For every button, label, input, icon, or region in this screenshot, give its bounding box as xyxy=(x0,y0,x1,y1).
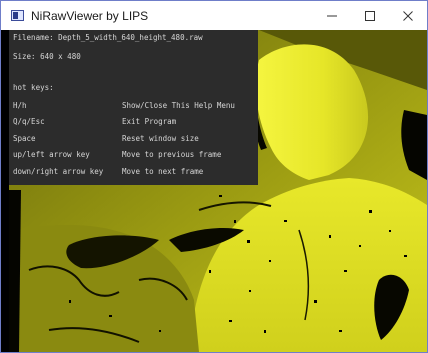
close-icon xyxy=(403,10,413,21)
left-shadow xyxy=(9,190,21,352)
hotkey-key: up/left arrow key xyxy=(13,150,90,159)
minimize-icon xyxy=(327,15,337,16)
minimize-button[interactable] xyxy=(313,1,351,30)
hotkey-key: Q/q/Esc xyxy=(13,117,45,126)
app-icon xyxy=(11,9,25,23)
help-overlay: Filename: Depth_5_width_640_height_480.r… xyxy=(9,30,258,185)
hotkey-key: Space xyxy=(13,134,36,143)
size-text: Size: 640 x 480 xyxy=(13,52,81,61)
hotkey-key: H/h xyxy=(13,101,27,110)
hotkeys-header: hot keys: xyxy=(13,83,54,92)
hotkey-desc: Exit Program xyxy=(122,117,177,126)
title-bar[interactable]: NiRawViewer by LIPS xyxy=(1,1,427,30)
hotkey-desc: Move to next frame xyxy=(122,167,204,176)
hotkey-desc: Reset window size xyxy=(122,134,199,143)
depth-image-viewport[interactable]: Filename: Depth_5_width_640_height_480.r… xyxy=(9,30,427,352)
left-frame-border xyxy=(1,30,9,352)
close-button[interactable] xyxy=(389,1,427,30)
window-title: NiRawViewer by LIPS xyxy=(31,8,149,23)
hotkey-key: down/right arrow key xyxy=(13,167,104,176)
hotkey-desc: Move to previous frame xyxy=(122,150,222,159)
app-window: NiRawViewer by LIPS Filename: Depth_5_wi… xyxy=(0,0,428,353)
maximize-icon xyxy=(365,10,375,21)
filename-text: Filename: Depth_5_width_640_height_480.r… xyxy=(13,33,203,42)
maximize-button[interactable] xyxy=(351,1,389,30)
hotkey-desc: Show/Close This Help Menu xyxy=(122,101,235,110)
